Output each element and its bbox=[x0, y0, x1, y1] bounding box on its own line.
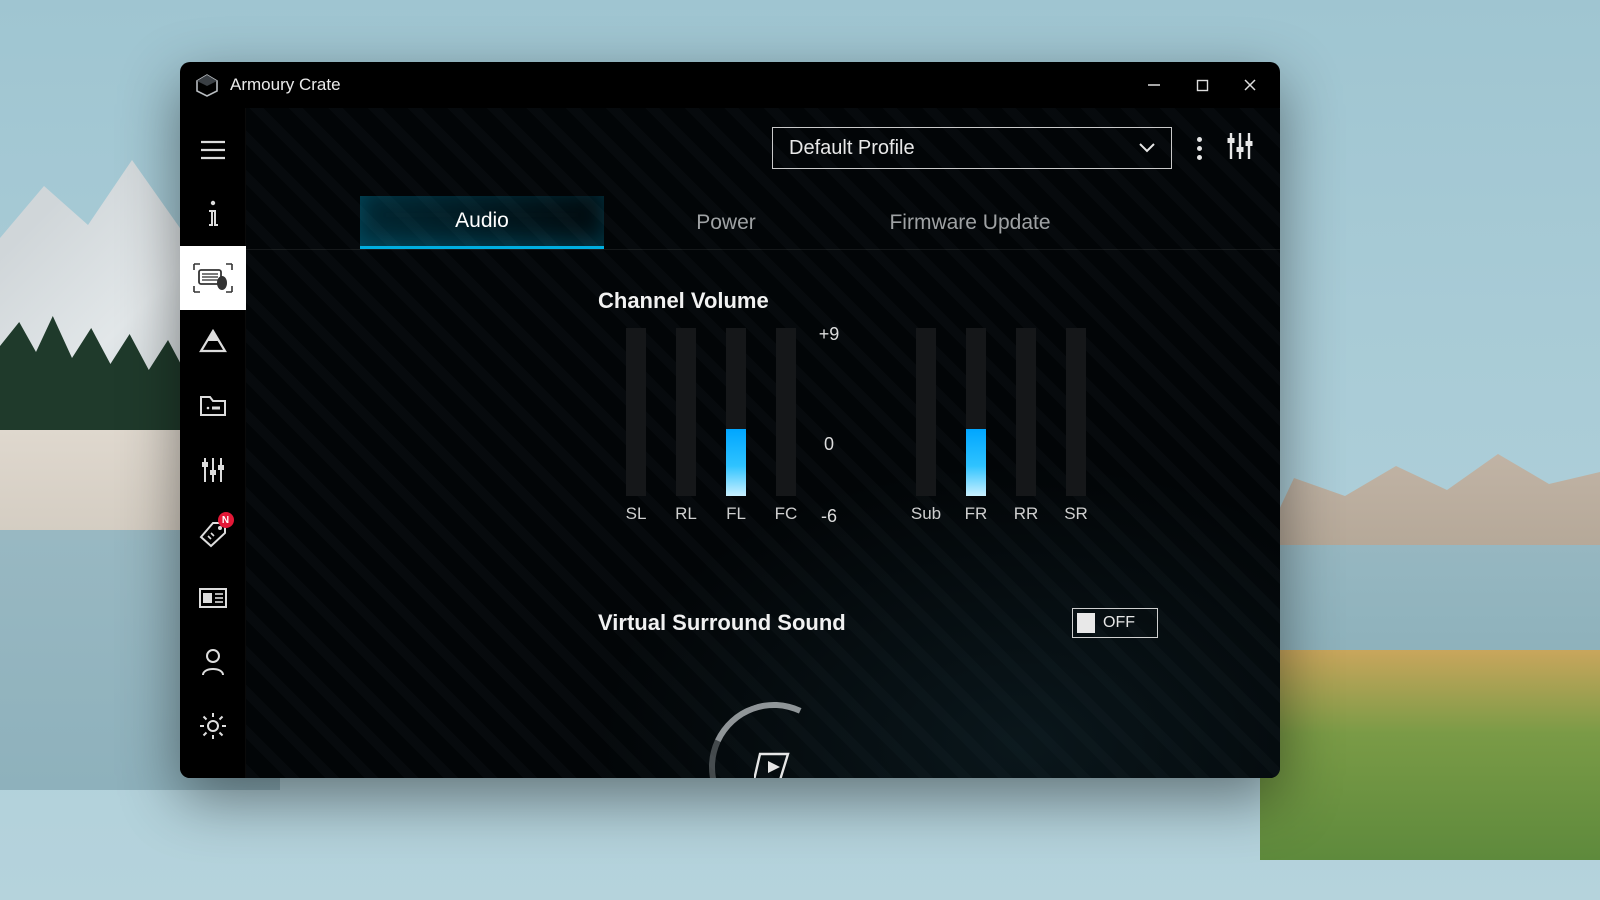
more-options-button[interactable] bbox=[1190, 137, 1208, 160]
sidebar-item-devices[interactable] bbox=[180, 246, 246, 310]
eq-tick-max: +9 bbox=[806, 324, 852, 345]
hamburger-icon bbox=[201, 140, 225, 160]
eq-track[interactable] bbox=[1066, 328, 1086, 496]
sidebar-item-home[interactable] bbox=[180, 182, 246, 246]
equalizer-button[interactable] bbox=[1226, 131, 1254, 166]
eq-track[interactable] bbox=[676, 328, 696, 496]
folder-icon bbox=[199, 395, 227, 417]
sidebar-item-news[interactable] bbox=[180, 566, 246, 630]
eq-channel-label: SL bbox=[626, 504, 647, 524]
sliders-icon bbox=[200, 456, 226, 484]
news-icon bbox=[199, 588, 227, 608]
eq-scale: +9 0 -6 bbox=[806, 328, 866, 524]
virtual-surround-label: Virtual Surround Sound bbox=[598, 610, 846, 636]
eq-channel-fr[interactable]: FR bbox=[966, 328, 986, 524]
eq-track[interactable] bbox=[776, 328, 796, 496]
eq-channel-label: Sub bbox=[911, 504, 941, 524]
maximize-button[interactable] bbox=[1178, 65, 1226, 105]
new-badge: N bbox=[218, 512, 234, 528]
eq-fill bbox=[966, 429, 986, 496]
sidebar-item-library[interactable] bbox=[180, 374, 246, 438]
eq-channel-label: SR bbox=[1064, 504, 1088, 524]
dot-icon bbox=[1197, 137, 1202, 142]
eq-channel-sub[interactable]: Sub bbox=[916, 328, 936, 524]
chevron-down-icon bbox=[1139, 143, 1155, 153]
eq-track[interactable] bbox=[966, 328, 986, 496]
tab-firmware[interactable]: Firmware Update bbox=[848, 196, 1092, 249]
eq-channel-rr[interactable]: RR bbox=[1016, 328, 1036, 524]
titlebar: Armoury Crate bbox=[180, 62, 1280, 108]
eq-channel-fc[interactable]: FC bbox=[776, 328, 796, 524]
profile-select-value: Default Profile bbox=[789, 137, 915, 160]
sidebar-item-settings[interactable] bbox=[180, 694, 246, 758]
devices-icon bbox=[193, 263, 233, 293]
profile-select[interactable]: Default Profile bbox=[772, 127, 1172, 169]
app-window: Armoury Crate bbox=[180, 62, 1280, 778]
eq-channel-label: RR bbox=[1014, 504, 1039, 524]
app-title: Armoury Crate bbox=[230, 75, 341, 95]
info-icon bbox=[203, 199, 223, 229]
main-panel: Default Profile Audio Power Firmware Upd… bbox=[246, 108, 1280, 778]
sidebar: N bbox=[180, 108, 246, 778]
app-logo-icon bbox=[194, 72, 220, 98]
minimize-button[interactable] bbox=[1130, 65, 1178, 105]
tab-bar: Audio Power Firmware Update bbox=[246, 196, 1280, 250]
user-icon bbox=[200, 648, 226, 676]
eq-track[interactable] bbox=[626, 328, 646, 496]
eq-channel-label: FC bbox=[775, 504, 798, 524]
eq-tick-zero: 0 bbox=[806, 434, 852, 455]
toggle-knob bbox=[1077, 613, 1095, 633]
sidebar-item-deals[interactable]: N bbox=[180, 502, 246, 566]
preview-play-button[interactable] bbox=[691, 684, 858, 778]
eq-channel-label: FL bbox=[726, 504, 746, 524]
channel-volume-eq: SLRLFLFCSubFRRRSR +9 0 -6 bbox=[626, 328, 1046, 568]
play-icon bbox=[754, 750, 794, 778]
eq-track[interactable] bbox=[726, 328, 746, 496]
eq-channel-label: RL bbox=[675, 504, 697, 524]
eq-channel-label: FR bbox=[965, 504, 988, 524]
toggle-state-text: OFF bbox=[1103, 614, 1135, 632]
tab-power[interactable]: Power bbox=[604, 196, 848, 249]
eq-track[interactable] bbox=[1016, 328, 1036, 496]
eq-channel-rl[interactable]: RL bbox=[676, 328, 696, 524]
channel-volume-label: Channel Volume bbox=[598, 288, 769, 314]
eq-channel-fl[interactable]: FL bbox=[726, 328, 746, 524]
eq-channel-sr[interactable]: SR bbox=[1066, 328, 1086, 524]
sidebar-item-scenario[interactable] bbox=[180, 438, 246, 502]
eq-channel-sl[interactable]: SL bbox=[626, 328, 646, 524]
eq-fill bbox=[726, 429, 746, 496]
aura-icon bbox=[199, 329, 227, 355]
sidebar-menu-button[interactable] bbox=[180, 118, 246, 182]
eq-tick-min: -6 bbox=[806, 506, 852, 527]
virtual-surround-toggle[interactable]: OFF bbox=[1072, 608, 1158, 638]
tab-audio[interactable]: Audio bbox=[360, 196, 604, 249]
gear-icon bbox=[199, 712, 227, 740]
sidebar-item-aura[interactable] bbox=[180, 310, 246, 374]
eq-track[interactable] bbox=[916, 328, 936, 496]
close-button[interactable] bbox=[1226, 65, 1274, 105]
sidebar-item-account[interactable] bbox=[180, 630, 246, 694]
